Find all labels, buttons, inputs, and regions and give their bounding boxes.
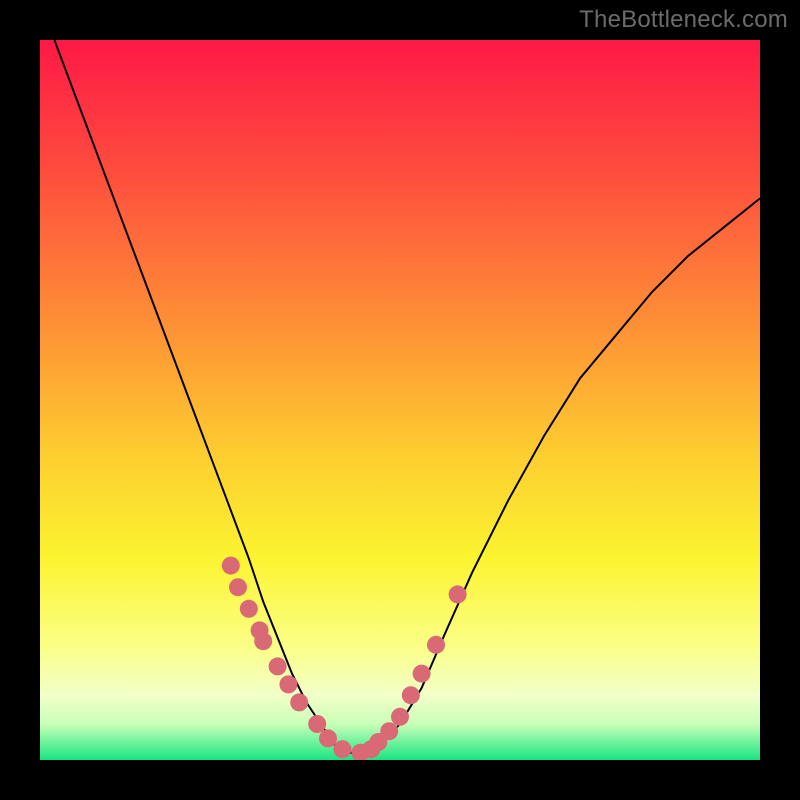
data-marker — [333, 740, 351, 758]
data-marker — [290, 693, 308, 711]
curve-layer — [40, 40, 760, 760]
data-marker — [319, 729, 337, 747]
data-marker — [413, 665, 431, 683]
attribution-label: TheBottleneck.com — [579, 6, 788, 34]
data-marker — [269, 657, 287, 675]
data-marker — [449, 585, 467, 603]
data-marker — [254, 632, 272, 650]
plot-area — [40, 40, 760, 760]
chart-frame: TheBottleneck.com — [0, 0, 800, 800]
data-marker — [240, 600, 258, 618]
bottleneck-curve — [54, 40, 760, 753]
data-marker — [391, 708, 409, 726]
data-marker — [402, 686, 420, 704]
data-marker — [222, 557, 240, 575]
data-marker — [380, 722, 398, 740]
data-marker — [308, 715, 326, 733]
data-marker — [279, 675, 297, 693]
data-marker — [427, 636, 445, 654]
data-marker — [229, 578, 247, 596]
